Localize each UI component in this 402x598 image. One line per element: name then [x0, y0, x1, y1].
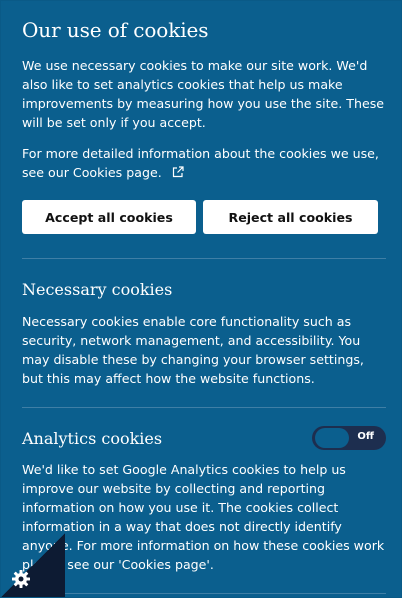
necessary-cookies-text: Necessary cookies enable core functional…: [22, 314, 364, 386]
toggle-knob: [315, 428, 349, 448]
toggle-state-label: Off: [357, 431, 374, 442]
divider: [22, 407, 386, 408]
banner-title: Our use of cookies: [22, 18, 209, 42]
divider: [22, 593, 386, 594]
divider: [22, 258, 386, 259]
cookie-banner: Our use of cookies We use necessary cook…: [0, 0, 402, 598]
analytics-cookies-toggle[interactable]: Off: [312, 426, 386, 450]
external-link-icon[interactable]: [172, 166, 184, 178]
accept-all-cookies-button[interactable]: Accept all cookies: [22, 200, 196, 234]
more-info-paragraph: For more detailed information about the …: [22, 144, 386, 182]
consent-buttons: Accept all cookies Reject all cookies: [22, 200, 378, 234]
more-info-text[interactable]: For more detailed information about the …: [22, 146, 379, 180]
necessary-cookies-heading: Necessary cookies: [22, 280, 173, 299]
gear-icon: [12, 570, 30, 588]
analytics-cookies-heading: Analytics cookies: [22, 429, 163, 448]
intro-text: We use necessary cookies to make our sit…: [22, 58, 385, 130]
cookie-settings-button[interactable]: [1, 533, 65, 597]
reject-all-cookies-button[interactable]: Reject all cookies: [203, 200, 378, 234]
analytics-cookies-text: We'd like to set Google Analytics cookie…: [22, 462, 385, 572]
